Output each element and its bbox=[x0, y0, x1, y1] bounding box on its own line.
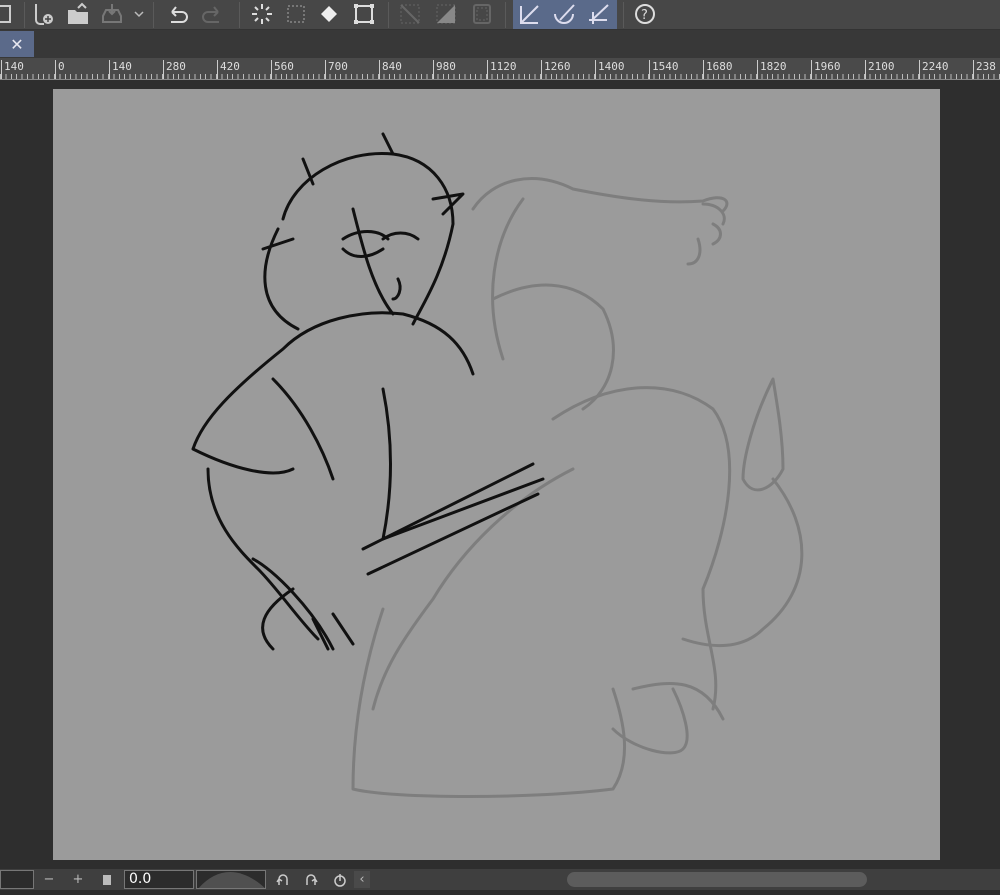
close-tab-button[interactable]: ✕ bbox=[0, 31, 34, 57]
fill-bucket-icon[interactable] bbox=[318, 2, 342, 26]
collapse-button[interactable]: ‹ bbox=[354, 871, 370, 888]
reset-rotation-icon[interactable] bbox=[331, 871, 349, 888]
separator bbox=[239, 2, 240, 28]
document-icon[interactable] bbox=[0, 2, 16, 26]
loading-spinner-icon[interactable] bbox=[250, 2, 274, 26]
horizontal-scrollbar[interactable] bbox=[567, 872, 867, 887]
invert-selection-icon[interactable] bbox=[434, 2, 458, 26]
zoom-field[interactable] bbox=[0, 870, 34, 889]
snap-grid-icon[interactable] bbox=[586, 2, 610, 26]
help-icon[interactable]: ? bbox=[633, 2, 657, 26]
separator bbox=[388, 2, 389, 28]
chevron-down-icon[interactable] bbox=[130, 2, 148, 26]
snap-ruler-icon[interactable] bbox=[518, 2, 542, 26]
select-area-icon[interactable] bbox=[284, 2, 308, 26]
clear-selection-icon[interactable] bbox=[398, 2, 422, 26]
transform-icon[interactable] bbox=[352, 2, 376, 26]
selection-border-icon[interactable] bbox=[470, 2, 494, 26]
rotation-slider[interactable] bbox=[196, 870, 266, 889]
zoom-out-button[interactable]: − bbox=[40, 871, 58, 888]
redo-icon[interactable] bbox=[200, 2, 224, 26]
rotate-left-icon[interactable] bbox=[274, 871, 292, 888]
navigator-bar: − + 0.0 ‹ bbox=[0, 869, 1000, 890]
separator bbox=[153, 2, 154, 28]
tab-bar bbox=[0, 30, 1000, 58]
separator bbox=[24, 2, 25, 28]
drawing-canvas[interactable] bbox=[53, 89, 940, 860]
ruler-ticks bbox=[0, 74, 1000, 79]
separator bbox=[505, 2, 506, 28]
sketch-artwork bbox=[191, 132, 804, 798]
undo-icon[interactable] bbox=[166, 2, 190, 26]
open-folder-icon[interactable] bbox=[66, 2, 90, 26]
zoom-in-button[interactable]: + bbox=[69, 871, 87, 888]
new-layer-icon[interactable] bbox=[32, 2, 56, 26]
toolbar: ? bbox=[0, 0, 1000, 30]
separator bbox=[623, 2, 624, 28]
export-icon[interactable] bbox=[100, 2, 124, 26]
svg-text:?: ? bbox=[641, 8, 648, 23]
rotate-right-icon[interactable] bbox=[302, 871, 320, 888]
snap-special-ruler-icon[interactable] bbox=[552, 2, 576, 26]
horizontal-ruler: 140 0 140 280 420 560 700 840 980 1120 1260 1400 154… bbox=[0, 58, 1000, 80]
rotation-angle-input[interactable]: 0.0 bbox=[124, 870, 194, 889]
fit-button[interactable] bbox=[100, 871, 114, 888]
